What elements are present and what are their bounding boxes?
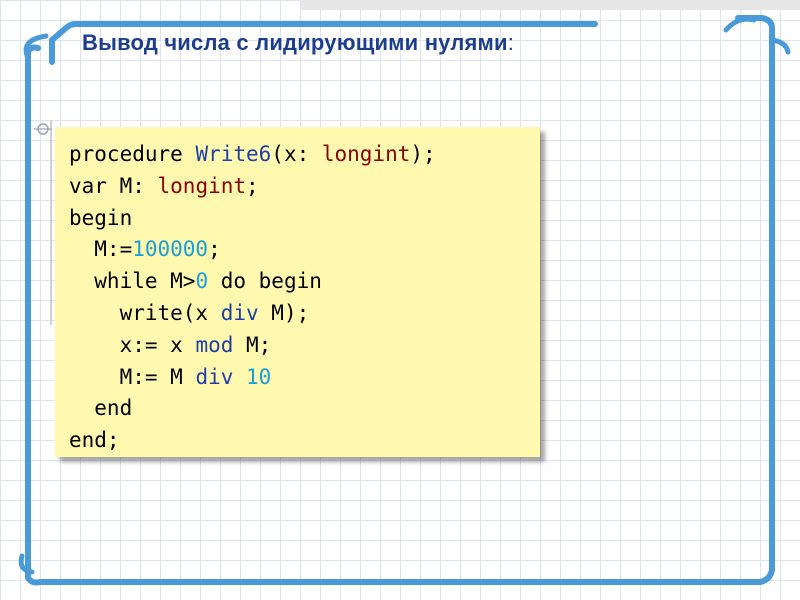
code-token: div xyxy=(220,300,259,325)
code-token: begin xyxy=(69,205,133,230)
code-line: write(x div M); xyxy=(69,298,436,330)
code-line: M:= M div 10 xyxy=(69,362,436,394)
slide: Вывод числа с лидирующими нулями: proced… xyxy=(0,0,800,600)
slide-title: Вывод числа с лидирующими нулями: xyxy=(82,30,514,56)
code-token: (x: xyxy=(271,142,322,166)
code-line: end xyxy=(69,393,436,425)
code-token: M:= xyxy=(69,237,133,262)
code-token: while M> xyxy=(69,269,196,294)
code-token: 10 xyxy=(246,364,272,389)
code-token: var M: xyxy=(69,173,158,198)
crosshair-icon xyxy=(34,123,52,135)
code-token: end xyxy=(69,396,133,421)
code-line: x:= x mod M; xyxy=(69,330,436,362)
code-token: end; xyxy=(69,428,120,453)
code-block: procedure Write6(x: longint); var M: long… xyxy=(55,127,540,457)
code-token: longint xyxy=(157,173,247,198)
code-line: procedure Write6(x: longint); xyxy=(69,139,436,171)
code-line: while M>0 do begin xyxy=(69,266,436,298)
code-token: M:= M xyxy=(69,364,196,389)
code-token: ); xyxy=(410,142,436,166)
code-token: do begin xyxy=(208,269,322,294)
code-token: procedure xyxy=(69,142,196,166)
slide-title-colon: : xyxy=(507,30,515,55)
code-token: mod xyxy=(195,332,234,357)
code-line: begin xyxy=(69,203,436,235)
code-token: longint xyxy=(321,142,411,166)
code-token: 100000 xyxy=(132,237,209,262)
code-token: M); xyxy=(258,300,310,325)
slide-title-text: Вывод числа с лидирующими нулями xyxy=(82,30,508,55)
code-line: var M: longint; xyxy=(69,171,436,203)
code-line: M:=100000; xyxy=(69,234,436,266)
code-token: ; xyxy=(208,237,221,262)
code-token: 0 xyxy=(195,269,209,294)
code-token: Write6 xyxy=(195,142,272,166)
code-token: ; xyxy=(246,173,259,198)
code-token: div xyxy=(195,364,234,389)
code-token: x:= x xyxy=(69,332,196,357)
code-token: write(x xyxy=(69,300,221,325)
code-line: end; xyxy=(69,425,436,457)
code-listing: procedure Write6(x: longint); var M: long… xyxy=(69,139,436,457)
code-token: M; xyxy=(233,332,272,357)
